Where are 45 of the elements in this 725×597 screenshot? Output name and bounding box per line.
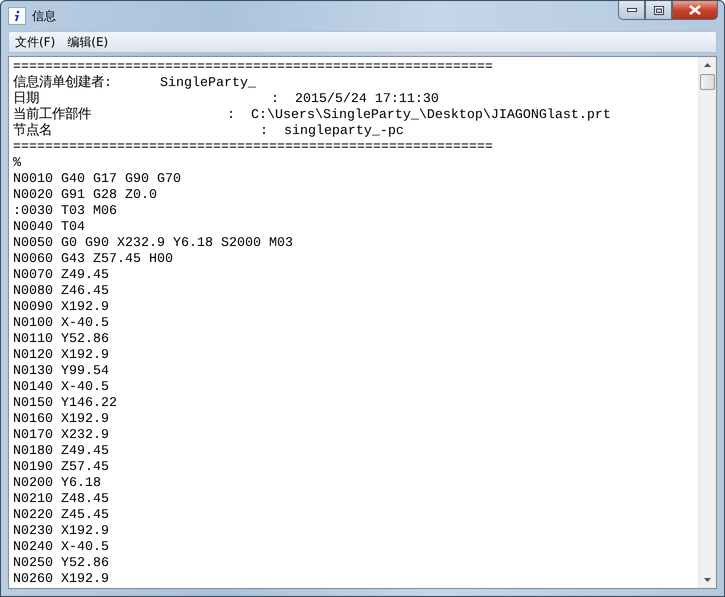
text-line: N0090 X192.9 <box>13 300 110 316</box>
close-button[interactable] <box>672 1 718 20</box>
text-line: 日期 : 2015/5/24 17:11:30 <box>13 92 440 107</box>
text-line: ============================================================ <box>13 140 494 156</box>
minimize-icon <box>626 8 636 12</box>
text-line: N0250 Y52.86 <box>13 556 110 572</box>
scrollbar[interactable] <box>698 57 716 588</box>
text-line: % <box>13 156 22 172</box>
text-line: N0100 X-40.5 <box>13 316 110 332</box>
text-line: N0210 Z48.45 <box>13 492 110 508</box>
text-line: 节点名 : singleparty_-pc <box>13 124 405 140</box>
maximize-button[interactable] <box>645 1 672 20</box>
menu-item[interactable]: 文件(F) <box>9 34 62 50</box>
text-line: N0200 Y6.18 <box>13 476 102 492</box>
text-line: N0070 Z49.45 <box>13 268 110 284</box>
text-line: N0170 X232.9 <box>13 428 110 444</box>
text-line: N0180 Z49.45 <box>13 444 110 460</box>
scroll-thumb[interactable] <box>700 74 715 90</box>
text-line: N0040 T04 <box>13 220 86 236</box>
text-line: N0150 Y146.22 <box>13 396 118 412</box>
text-line: N0190 Z57.45 <box>13 460 110 476</box>
text-line: :0030 T03 M06 <box>13 204 118 220</box>
text-line: N0260 X192.9 <box>13 572 110 588</box>
text-line: 当前工作部件 : C:\Users\SingleParty_\Desktop\JIAGONGlast.prt <box>13 108 612 123</box>
maximize-icon <box>654 6 664 14</box>
text-line: N0220 Z45.45 <box>13 508 110 524</box>
text-line: N0130 Y99.54 <box>13 364 110 380</box>
text-line: N0050 G0 G90 X232.9 Y6.18 S2000 M03 <box>13 236 294 252</box>
info-icon <box>8 7 26 25</box>
text-line: N0160 X192.9 <box>13 412 110 428</box>
text-line: N0110 Y52.86 <box>13 332 110 348</box>
text-line: N0060 G43 Z57.45 H00 <box>13 252 174 268</box>
text-line: N0010 G40 G17 G90 G70 <box>13 172 182 188</box>
menu-item[interactable]: 编辑(E) <box>61 34 114 50</box>
text-line: ============================================================ <box>13 60 494 75</box>
text-line: N0240 X-40.5 <box>13 540 110 556</box>
text-line: N0120 X192.9 <box>13 348 110 364</box>
text-line: N0020 G91 G28 Z0.0 <box>13 188 158 204</box>
text-line: N0080 Z46.45 <box>13 284 110 300</box>
text-line: N0140 X-40.5 <box>13 380 110 396</box>
minimize-button[interactable] <box>618 1 645 20</box>
text-line: 信息清单创建者: SingleParty_ <box>13 76 257 91</box>
close-icon <box>689 5 701 15</box>
text-line: N0230 X192.9 <box>13 524 110 540</box>
window-title: 信息 <box>32 8 56 24</box>
